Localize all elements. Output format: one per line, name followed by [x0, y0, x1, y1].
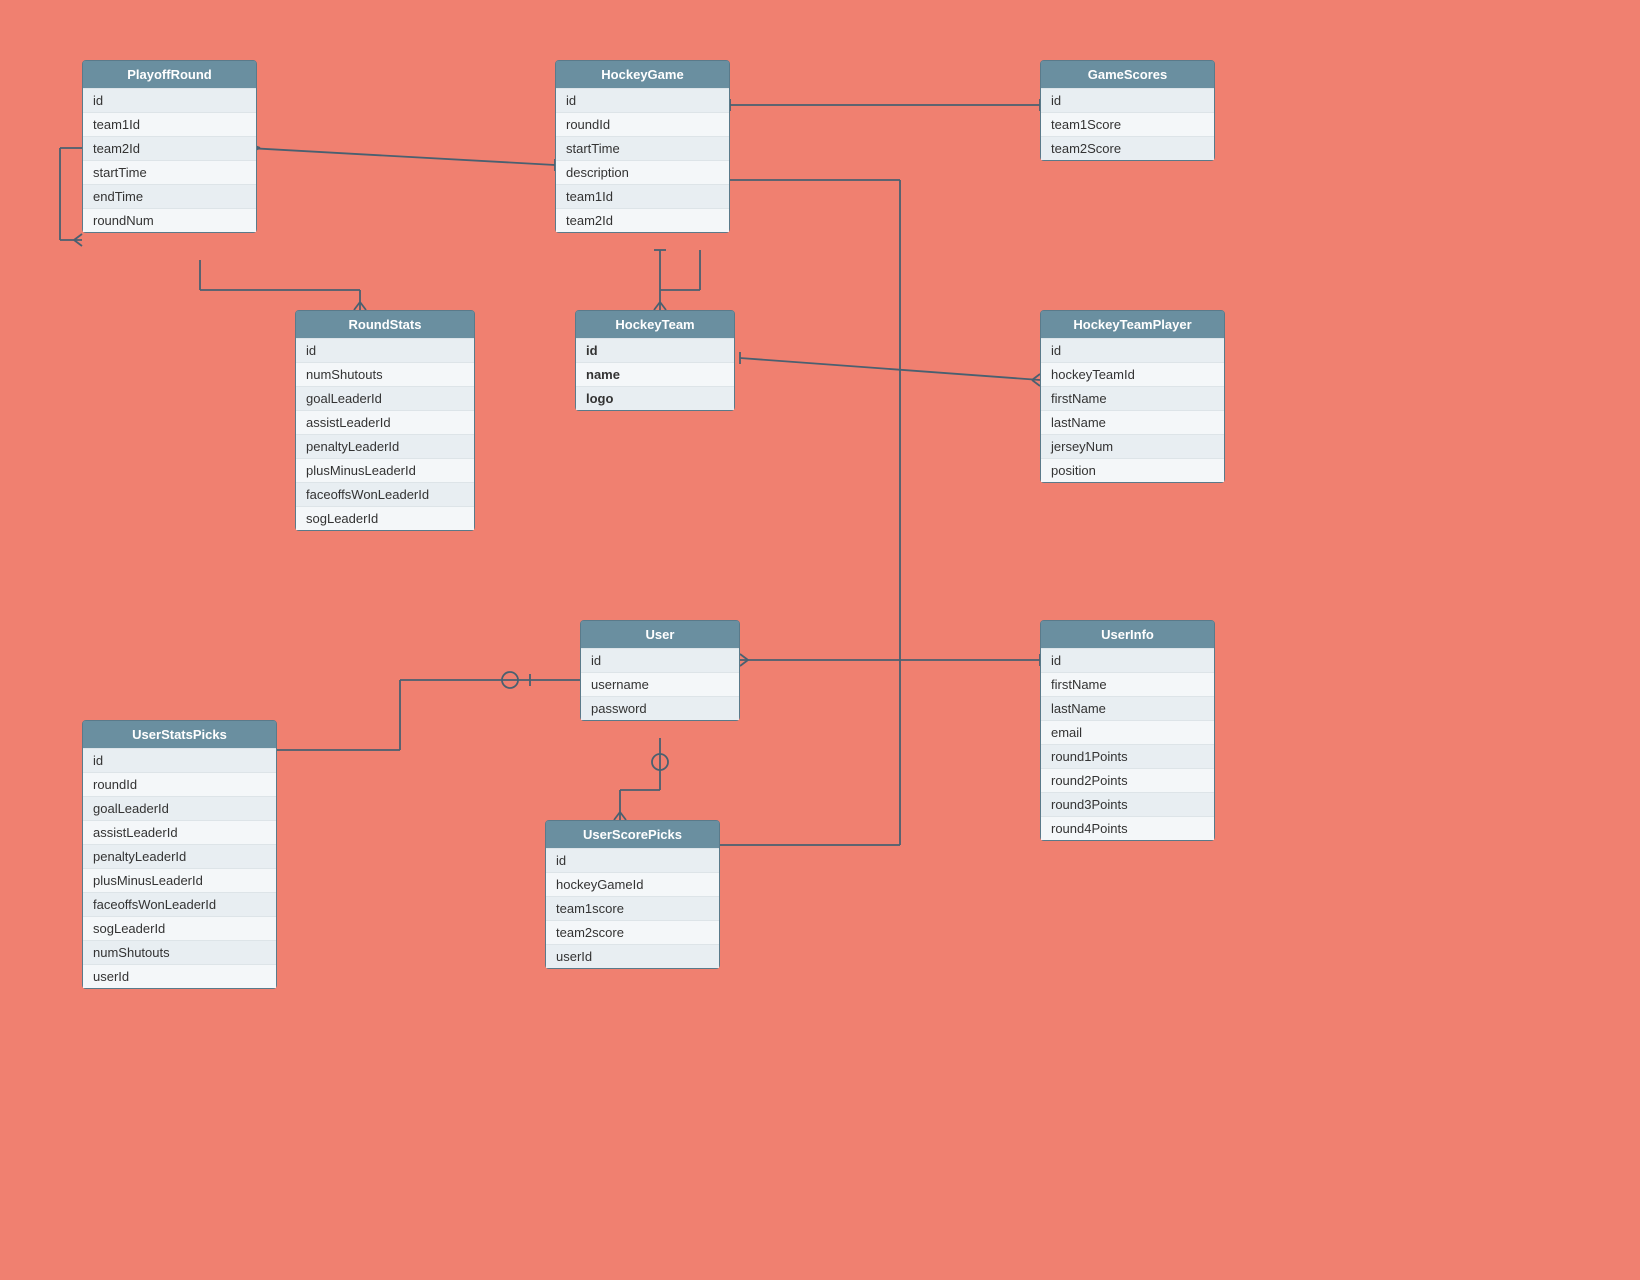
- field-UserScorePicks-hockeyGameId: hockeyGameId: [546, 872, 719, 896]
- table-header-RoundStats: RoundStats: [296, 311, 474, 338]
- table-header-HockeyTeamPlayer: HockeyTeamPlayer: [1041, 311, 1224, 338]
- field-UserStatsPicks-goalLeaderId: goalLeaderId: [83, 796, 276, 820]
- field-GameScores-id: id: [1041, 88, 1214, 112]
- table-UserScorePicks: UserScorePicks id hockeyGameId team1scor…: [545, 820, 720, 969]
- field-HockeyTeam-id: id: [576, 338, 734, 362]
- field-GameScores-team1Score: team1Score: [1041, 112, 1214, 136]
- field-PlayoffRound-id: id: [83, 88, 256, 112]
- field-RoundStats-faceoffsWonLeaderId: faceoffsWonLeaderId: [296, 482, 474, 506]
- field-UserInfo-round3Points: round3Points: [1041, 792, 1214, 816]
- field-HockeyTeamPlayer-hockeyTeamId: hockeyTeamId: [1041, 362, 1224, 386]
- field-HockeyTeamPlayer-position: position: [1041, 458, 1224, 482]
- table-HockeyTeamPlayer: HockeyTeamPlayer id hockeyTeamId firstNa…: [1040, 310, 1225, 483]
- field-HockeyTeamPlayer-lastName: lastName: [1041, 410, 1224, 434]
- field-HockeyGame-team1Id: team1Id: [556, 184, 729, 208]
- field-HockeyGame-startTime: startTime: [556, 136, 729, 160]
- field-PlayoffRound-roundNum: roundNum: [83, 208, 256, 232]
- table-header-HockeyTeam: HockeyTeam: [576, 311, 734, 338]
- field-User-username: username: [581, 672, 739, 696]
- table-header-GameScores: GameScores: [1041, 61, 1214, 88]
- field-GameScores-team2Score: team2Score: [1041, 136, 1214, 160]
- table-header-UserInfo: UserInfo: [1041, 621, 1214, 648]
- field-UserStatsPicks-roundId: roundId: [83, 772, 276, 796]
- table-User: User id username password: [580, 620, 740, 721]
- field-UserScorePicks-team1score: team1score: [546, 896, 719, 920]
- field-UserInfo-lastName: lastName: [1041, 696, 1214, 720]
- field-HockeyTeamPlayer-id: id: [1041, 338, 1224, 362]
- field-UserScorePicks-id: id: [546, 848, 719, 872]
- field-PlayoffRound-startTime: startTime: [83, 160, 256, 184]
- field-UserScorePicks-userId: userId: [546, 944, 719, 968]
- table-header-UserStatsPicks: UserStatsPicks: [83, 721, 276, 748]
- field-HockeyTeam-logo: logo: [576, 386, 734, 410]
- table-header-PlayoffRound: PlayoffRound: [83, 61, 256, 88]
- table-header-UserScorePicks: UserScorePicks: [546, 821, 719, 848]
- field-RoundStats-penaltyLeaderId: penaltyLeaderId: [296, 434, 474, 458]
- field-UserStatsPicks-faceoffsWonLeaderId: faceoffsWonLeaderId: [83, 892, 276, 916]
- field-RoundStats-numShutouts: numShutouts: [296, 362, 474, 386]
- field-HockeyGame-roundId: roundId: [556, 112, 729, 136]
- field-UserInfo-firstName: firstName: [1041, 672, 1214, 696]
- field-User-id: id: [581, 648, 739, 672]
- table-PlayoffRound: PlayoffRound id team1Id team2Id startTim…: [82, 60, 257, 233]
- field-PlayoffRound-team1Id: team1Id: [83, 112, 256, 136]
- diagram-container: PlayoffRound id team1Id team2Id startTim…: [0, 0, 1640, 1280]
- table-HockeyTeam: HockeyTeam id name logo: [575, 310, 735, 411]
- field-HockeyGame-description: description: [556, 160, 729, 184]
- field-RoundStats-id: id: [296, 338, 474, 362]
- field-UserScorePicks-team2score: team2score: [546, 920, 719, 944]
- field-UserInfo-email: email: [1041, 720, 1214, 744]
- field-PlayoffRound-endTime: endTime: [83, 184, 256, 208]
- field-User-password: password: [581, 696, 739, 720]
- field-UserInfo-round1Points: round1Points: [1041, 744, 1214, 768]
- field-UserStatsPicks-id: id: [83, 748, 276, 772]
- field-UserStatsPicks-numShutouts: numShutouts: [83, 940, 276, 964]
- field-HockeyGame-id: id: [556, 88, 729, 112]
- field-HockeyTeamPlayer-jerseyNum: jerseyNum: [1041, 434, 1224, 458]
- field-HockeyTeam-name: name: [576, 362, 734, 386]
- table-header-HockeyGame: HockeyGame: [556, 61, 729, 88]
- field-UserStatsPicks-penaltyLeaderId: penaltyLeaderId: [83, 844, 276, 868]
- table-HockeyGame: HockeyGame id roundId startTime descript…: [555, 60, 730, 233]
- field-RoundStats-sogLeaderId: sogLeaderId: [296, 506, 474, 530]
- table-header-User: User: [581, 621, 739, 648]
- table-RoundStats: RoundStats id numShutouts goalLeaderId a…: [295, 310, 475, 531]
- table-GameScores: GameScores id team1Score team2Score: [1040, 60, 1215, 161]
- field-HockeyTeamPlayer-firstName: firstName: [1041, 386, 1224, 410]
- field-RoundStats-assistLeaderId: assistLeaderId: [296, 410, 474, 434]
- field-UserStatsPicks-plusMinusLeaderId: plusMinusLeaderId: [83, 868, 276, 892]
- field-UserStatsPicks-userId: userId: [83, 964, 276, 988]
- field-RoundStats-goalLeaderId: goalLeaderId: [296, 386, 474, 410]
- field-UserInfo-id: id: [1041, 648, 1214, 672]
- table-UserStatsPicks: UserStatsPicks id roundId goalLeaderId a…: [82, 720, 277, 989]
- table-UserInfo: UserInfo id firstName lastName email rou…: [1040, 620, 1215, 841]
- field-PlayoffRound-team2Id: team2Id: [83, 136, 256, 160]
- field-UserStatsPicks-assistLeaderId: assistLeaderId: [83, 820, 276, 844]
- field-UserInfo-round2Points: round2Points: [1041, 768, 1214, 792]
- field-UserStatsPicks-sogLeaderId: sogLeaderId: [83, 916, 276, 940]
- field-RoundStats-plusMinusLeaderId: plusMinusLeaderId: [296, 458, 474, 482]
- field-UserInfo-round4Points: round4Points: [1041, 816, 1214, 840]
- field-HockeyGame-team2Id: team2Id: [556, 208, 729, 232]
